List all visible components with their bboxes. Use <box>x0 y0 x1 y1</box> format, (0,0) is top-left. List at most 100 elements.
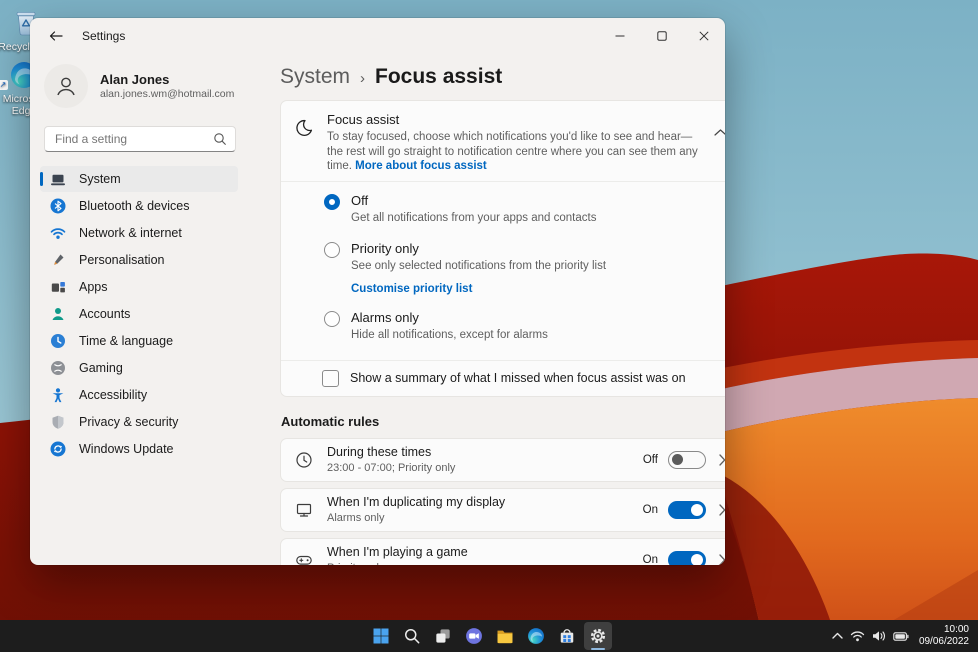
sidebar-item-accounts[interactable]: Accounts <box>40 301 238 327</box>
maximize-button[interactable] <box>641 21 683 51</box>
system-icon <box>51 174 65 186</box>
battery-icon[interactable] <box>893 631 909 642</box>
rule-toggle[interactable] <box>668 550 706 565</box>
chevron-up-icon[interactable] <box>713 129 726 136</box>
store-icon <box>560 629 573 643</box>
user-email: alan.jones.wm@hotmail.com <box>100 87 235 100</box>
option-priority-only[interactable]: Priority only See only selected notifica… <box>324 241 723 295</box>
sidebar-item-accessibility[interactable]: Accessibility <box>40 382 238 408</box>
sidebar-item-windows-update[interactable]: Windows Update <box>40 436 238 462</box>
start-button[interactable] <box>367 622 395 650</box>
system-tray: 10:00 09/06/2022 <box>832 620 973 652</box>
tray-time: 10:00 <box>943 624 969 635</box>
person-icon <box>57 77 75 96</box>
sidebar-item-bluetooth-devices[interactable]: Bluetooth & devices <box>40 193 238 219</box>
chat-icon <box>465 628 482 644</box>
settings-nav: System Bluetooth & devices Network & int… <box>40 166 238 462</box>
edge-button[interactable] <box>522 622 550 650</box>
minimize-button[interactable] <box>599 21 641 51</box>
tray-chevron-up-icon[interactable] <box>832 632 843 640</box>
sidebar-item-gaming[interactable]: Gaming <box>40 355 238 381</box>
focus-assist-description: To stay focused, choose which notificati… <box>327 131 698 172</box>
settings-icon <box>590 628 605 644</box>
sidebar-item-apps[interactable]: Apps <box>40 274 238 300</box>
network-icon <box>50 228 66 239</box>
sidebar-item-system[interactable]: System <box>40 166 238 192</box>
toggle-state-label: On <box>642 503 658 516</box>
file-explorer-icon <box>497 630 512 644</box>
close-button[interactable] <box>683 21 725 51</box>
sidebar-item-personalisation[interactable]: Personalisation <box>40 247 238 273</box>
page-title: Focus assist <box>375 65 503 88</box>
focus-assist-options: Off Get all notifications from your apps… <box>281 182 725 360</box>
avatar <box>44 64 88 108</box>
personalisation-icon <box>54 254 64 265</box>
maximize-icon <box>657 31 667 41</box>
taskbar: 10:00 09/06/2022 <box>0 620 978 652</box>
toggle-state-label: Off <box>642 453 658 466</box>
window-titlebar: Settings <box>30 18 725 54</box>
more-about-focus-assist-link[interactable]: More about focus assist <box>355 160 487 172</box>
search-box <box>44 126 236 152</box>
taskbar-search-button[interactable] <box>398 622 426 650</box>
focus-assist-expander-header[interactable]: Focus assist To stay focused, choose whi… <box>281 101 725 181</box>
file-explorer-button[interactable] <box>491 622 519 650</box>
automatic-rules-heading: Automatic rules <box>281 413 380 429</box>
chevron-right-icon <box>719 453 725 466</box>
bluetooth-icon <box>50 198 66 214</box>
rule-during-these-times[interactable]: During these times 23:00 - 07:00; Priori… <box>280 437 725 482</box>
radio-priority-only[interactable] <box>324 241 340 258</box>
breadcrumb-parent[interactable]: System <box>280 65 350 89</box>
search-icon <box>404 629 419 644</box>
user-name: Alan Jones <box>100 71 170 87</box>
rule-playing-game[interactable]: When I'm playing a game Priority only On <box>280 537 725 565</box>
wifi-icon[interactable] <box>850 630 865 642</box>
chat-button[interactable] <box>460 622 488 650</box>
apps-icon <box>51 282 65 293</box>
task-view-button[interactable] <box>429 622 457 650</box>
rule-toggle[interactable] <box>668 500 706 519</box>
display-icon <box>296 503 312 517</box>
breadcrumb-separator: › <box>360 69 366 87</box>
option-off[interactable]: Off Get all notifications from your apps… <box>324 193 723 226</box>
sidebar-item-privacy-security[interactable]: Privacy & security <box>40 409 238 435</box>
windows-update-icon <box>50 441 66 457</box>
settings-content: System › Focus assist Focus assist To st… <box>250 54 725 565</box>
focus-assist-card: Focus assist To stay focused, choose whi… <box>280 100 725 397</box>
user-account[interactable]: Alan Jones alan.jones.wm@hotmail.com <box>40 58 238 120</box>
privacy-icon <box>52 415 64 429</box>
edge-icon <box>527 628 544 644</box>
volume-icon[interactable] <box>872 630 886 642</box>
option-alarms-only[interactable]: Alarms only Hide all notifications, exce… <box>324 310 723 343</box>
window-title: Settings <box>82 29 126 43</box>
task-view-icon <box>435 629 450 643</box>
settings-window: Settings Alan Jones alan.jones.wm@hotmai… <box>30 18 725 565</box>
shortcut-arrow-badge: ↗ <box>0 80 8 90</box>
gaming-icon <box>51 361 65 375</box>
settings-sidebar: Alan Jones alan.jones.wm@hotmail.com Sys… <box>30 54 250 565</box>
radio-off[interactable] <box>324 193 340 210</box>
search-icon <box>214 133 226 145</box>
rule-duplicating-display[interactable]: When I'm duplicating my display Alarms o… <box>280 487 725 532</box>
store-button[interactable] <box>553 622 581 650</box>
start-icon <box>373 628 388 644</box>
back-button[interactable] <box>40 23 72 49</box>
breadcrumb: System › Focus assist <box>280 62 710 92</box>
summary-checkbox[interactable] <box>322 369 339 387</box>
tray-date: 09/06/2022 <box>918 636 969 647</box>
minimize-icon <box>615 35 625 37</box>
close-icon <box>699 31 709 41</box>
settings-button[interactable] <box>583 622 612 650</box>
taskbar-clock[interactable]: 10:00 09/06/2022 <box>919 624 969 648</box>
sidebar-item-time-language[interactable]: Time & language <box>40 328 238 354</box>
summary-checkbox-label: Show a summary of what I missed when foc… <box>350 371 686 385</box>
rule-toggle[interactable] <box>668 450 706 469</box>
focus-assist-title: Focus assist <box>327 112 400 127</box>
back-arrow-icon <box>49 31 63 41</box>
summary-checkbox-row[interactable]: Show a summary of what I missed when foc… <box>281 361 725 396</box>
radio-alarms-only[interactable] <box>324 310 340 327</box>
time-language-icon <box>51 334 65 348</box>
search-input[interactable] <box>44 126 236 152</box>
sidebar-item-network-internet[interactable]: Network & internet <box>40 220 238 246</box>
customise-priority-list-link[interactable]: Customise priority list <box>351 283 606 295</box>
